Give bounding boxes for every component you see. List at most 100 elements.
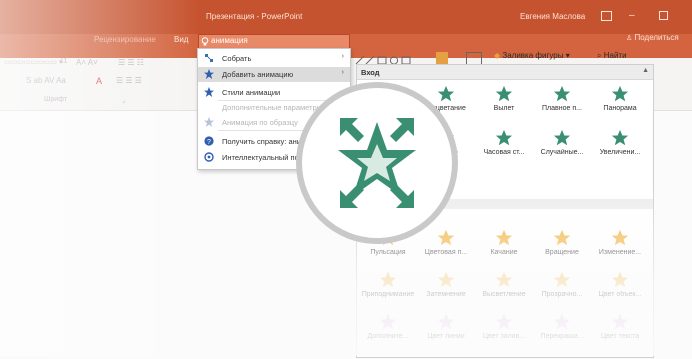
animation-effect-item[interactable]: Случайные... <box>533 125 591 175</box>
animation-effect-item[interactable]: Панорама <box>591 81 649 131</box>
format-buttons[interactable]: S ab AV Aa <box>26 76 66 85</box>
effect-star-icon <box>417 271 475 289</box>
effect-label: Цветовая п... <box>424 249 468 256</box>
dialog-launcher-icon[interactable]: ⌟ <box>122 96 125 104</box>
menu-item-label: Стили анимации <box>222 88 281 97</box>
effect-label: Цвет объек... <box>598 291 642 298</box>
animation-painter-icon <box>204 117 214 127</box>
effect-label: Затемнение <box>426 291 466 298</box>
effect-star-icon <box>533 229 591 247</box>
animation-effect-item[interactable]: Цвет линии <box>417 309 475 359</box>
share-button[interactable]: ♙ Поделиться <box>626 33 679 42</box>
shape-fill-button[interactable]: ◆ Заливка фигуры ▾ <box>494 51 570 60</box>
effect-star-icon <box>591 85 649 103</box>
add-animation-star-icon <box>338 118 416 208</box>
effect-label: Прозрачно... <box>541 291 583 298</box>
find-button[interactable]: ⌕ Найти <box>597 51 627 61</box>
effect-star-icon <box>591 229 649 247</box>
paint-bucket-icon: ◆ <box>494 51 501 60</box>
effect-label: Увеличени... <box>599 149 641 156</box>
effect-star-icon <box>475 129 533 147</box>
effect-label: Панорама <box>603 105 637 112</box>
effect-label: Плавное п... <box>542 105 582 112</box>
effect-star-icon <box>533 85 591 103</box>
effect-label: Вращение <box>545 249 579 256</box>
effect-star-icon <box>591 129 649 147</box>
bullets-icon[interactable]: ☰ ☰ ☷ <box>118 58 144 67</box>
animation-effect-item[interactable]: Часовая ст... <box>475 125 533 175</box>
effect-star-icon <box>475 85 533 103</box>
window-title: Презентация - PowerPoint <box>206 12 303 21</box>
title-bar: Презентация - PowerPoint Евгения Маслова… <box>0 0 692 34</box>
font-size-box[interactable]: 11 <box>60 58 67 65</box>
effect-star-icon <box>591 271 649 289</box>
menu-item-label: Анимация по образцу <box>222 118 298 127</box>
menu-item[interactable]: Собрать › <box>198 51 350 66</box>
effect-label: Часовая ст... <box>483 149 525 156</box>
tab-review[interactable]: Рецензирование <box>94 35 156 44</box>
effect-star-icon <box>359 313 417 331</box>
effect-label: Вылет <box>493 105 515 112</box>
share-label: Поделиться <box>634 33 679 42</box>
animation-styles-star-icon <box>204 87 214 97</box>
menu-item-label: Собрать <box>222 54 252 63</box>
submenu-arrow-icon: › <box>341 53 344 60</box>
menu-item[interactable]: Добавить анимацию › <box>198 67 350 82</box>
effect-label: Цвет залив... <box>482 333 526 340</box>
effect-label: Высветление <box>482 291 526 298</box>
menu-item-label: Интеллектуальный по <box>222 153 299 162</box>
search-input[interactable]: анимация <box>211 36 248 45</box>
animation-effect-item[interactable]: Цвет текста <box>591 309 649 359</box>
effect-label: Пульсация <box>370 249 406 256</box>
effect-star-icon <box>359 271 417 289</box>
scroll-up-icon[interactable]: ▲ <box>642 67 649 74</box>
help-icon: ? <box>204 136 214 146</box>
find-label: Найти <box>603 51 627 60</box>
maximize-icon[interactable] <box>659 11 668 20</box>
align-icons[interactable]: ☰ ☰ ☰ <box>116 76 142 85</box>
effect-label: Случайные... <box>540 149 584 156</box>
minimize-icon[interactable]: – <box>629 10 635 21</box>
effect-label: Перекраши... <box>540 333 584 340</box>
lightbulb-icon <box>201 37 209 46</box>
effect-star-icon <box>417 313 475 331</box>
add-animation-star-icon <box>204 69 214 79</box>
effect-label: Дополните... <box>367 333 409 340</box>
menu-item-label: Получить справку: аним <box>222 137 307 146</box>
add-animation-badge <box>296 82 458 244</box>
submenu-arrow-icon: › <box>341 69 344 76</box>
effect-star-icon <box>533 271 591 289</box>
gallery-section-header: Вход ▲ <box>357 65 653 80</box>
effect-star-icon <box>533 313 591 331</box>
animation-effect-item[interactable]: Цвет залив... <box>475 309 533 359</box>
effect-star-icon <box>475 229 533 247</box>
effect-star-icon <box>475 313 533 331</box>
smart-lookup-icon <box>204 152 214 162</box>
animation-effect-item[interactable]: Дополните... <box>359 309 417 359</box>
menu-item-label: Добавить анимацию <box>222 70 294 79</box>
effect-star-icon <box>591 313 649 331</box>
animation-effect-item[interactable]: Перекраши... <box>533 309 591 359</box>
arrange-icon[interactable] <box>436 52 448 64</box>
collect-icon <box>204 53 214 63</box>
effect-label: Качание <box>490 249 518 256</box>
font-grow-icon[interactable]: A˄ A˅ <box>76 58 98 67</box>
effect-label: Цвет текста <box>600 333 640 340</box>
tell-me-search[interactable]: анимация <box>198 34 350 49</box>
font-name-box[interactable]: ▭▭▭▭▭▭▭▭ ▾ <box>4 58 62 66</box>
effect-label: Цвет линии <box>427 333 465 340</box>
ribbon-display-icon[interactable] <box>601 11 612 21</box>
svg-text:?: ? <box>207 139 211 146</box>
font-color-icon[interactable]: A <box>96 76 102 86</box>
effect-label: Приподнимание <box>361 291 415 298</box>
animation-effect-item[interactable]: Вылет <box>475 81 533 131</box>
animation-effect-item[interactable]: Плавное п... <box>533 81 591 131</box>
user-name[interactable]: Евгения Маслова <box>520 12 585 21</box>
group-font-label: Шрифт <box>44 96 68 103</box>
tab-view[interactable]: Вид <box>174 35 188 44</box>
person-icon: ♙ <box>626 35 633 42</box>
animation-effect-item[interactable]: Увеличени... <box>591 125 649 175</box>
effect-star-icon <box>475 271 533 289</box>
entrance-section-label: Вход <box>361 68 380 77</box>
effect-star-icon <box>533 129 591 147</box>
